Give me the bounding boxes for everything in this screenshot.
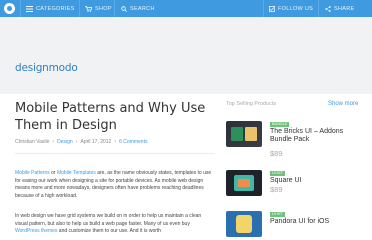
wordpress-themes-link[interactable]: WordPress themes (15, 228, 57, 234)
mobile-templates-link[interactable]: Mobile Templates (57, 170, 96, 176)
search-icon (121, 5, 127, 12)
nav-shop[interactable]: SHOP (85, 0, 112, 17)
product-thumbnail[interactable] (226, 121, 262, 147)
product-price: $89 (270, 149, 283, 158)
product-name[interactable]: The Bricks UI – Addons Bundle Pack (270, 128, 366, 144)
divider (79, 0, 80, 17)
sidebar-title: Top Selling Products (226, 101, 277, 107)
product-thumbnail[interactable] (226, 170, 262, 196)
product-thumbnail[interactable] (226, 211, 262, 237)
cart-icon (85, 5, 92, 12)
product-badge: UI KIT (270, 171, 285, 176)
top-navigation-bar: CATEGORIES SHOP SEARCH FOLLOW US SHARE (0, 0, 372, 17)
product-item[interactable]: BUNDLE The Bricks UI – Addons Bundle Pac… (226, 121, 366, 158)
nav-search-label: SEARCH (130, 5, 155, 12)
share-label: SHARE (334, 5, 355, 12)
article-category-link[interactable]: Design (57, 139, 73, 145)
product-price: $89 (270, 185, 283, 194)
nav-categories[interactable]: CATEGORIES (26, 0, 75, 17)
show-more-link[interactable]: Show more (328, 101, 358, 107)
divider (20, 0, 21, 17)
product-name[interactable]: Pandora UI for iOS (270, 218, 366, 226)
follow-us-label: FOLLOW US (278, 5, 314, 12)
meta-divider (15, 153, 215, 154)
product-item[interactable]: UI KIT Pandora UI for iOS (226, 211, 366, 240)
meta-separator: • (52, 139, 55, 145)
divider (263, 0, 264, 17)
article-comments-link[interactable]: 6 Comments (119, 139, 147, 145)
nav-shop-label: SHOP (95, 5, 112, 12)
designmodo-logo-icon[interactable] (4, 3, 15, 14)
nav-categories-label: CATEGORIES (36, 5, 75, 12)
article-date: April 17, 2012 (80, 139, 112, 145)
paragraph-text: or (49, 170, 57, 176)
follow-us-button[interactable]: FOLLOW US (269, 0, 313, 17)
article-meta: Christian Vasile • Design • April 17, 20… (15, 139, 147, 145)
nav-search[interactable]: SEARCH (121, 0, 155, 17)
product-name[interactable]: Square UI (270, 177, 366, 185)
divider (318, 0, 319, 17)
article-paragraph: Mobile Patterns or Mobile Templates are,… (15, 170, 215, 201)
product-badge: UI KIT (270, 212, 285, 217)
menu-icon (26, 5, 33, 12)
mobile-patterns-link[interactable]: Mobile Patterns (15, 170, 50, 176)
site-header (0, 17, 372, 94)
paragraph-text: and customize them to our use. And it is… (57, 228, 162, 235)
share-icon (325, 5, 331, 12)
article-title: Mobile Patterns and Why Use Them in Desi… (15, 101, 206, 133)
article-author[interactable]: Christian Vasile (15, 139, 49, 145)
paragraph-text: In web design we have grid systems we bu… (15, 213, 202, 227)
site-brand-logo[interactable]: designmodo (15, 62, 78, 74)
share-button[interactable]: SHARE (325, 0, 354, 17)
checkbox-icon (269, 5, 275, 12)
meta-separator: • (75, 139, 78, 145)
meta-separator: • (114, 139, 117, 145)
product-badge: BUNDLE (270, 122, 290, 127)
article-paragraph: In web design we have grid systems we bu… (15, 213, 215, 236)
product-item[interactable]: UI KIT Square UI $89 (226, 170, 366, 206)
divider (114, 0, 115, 17)
